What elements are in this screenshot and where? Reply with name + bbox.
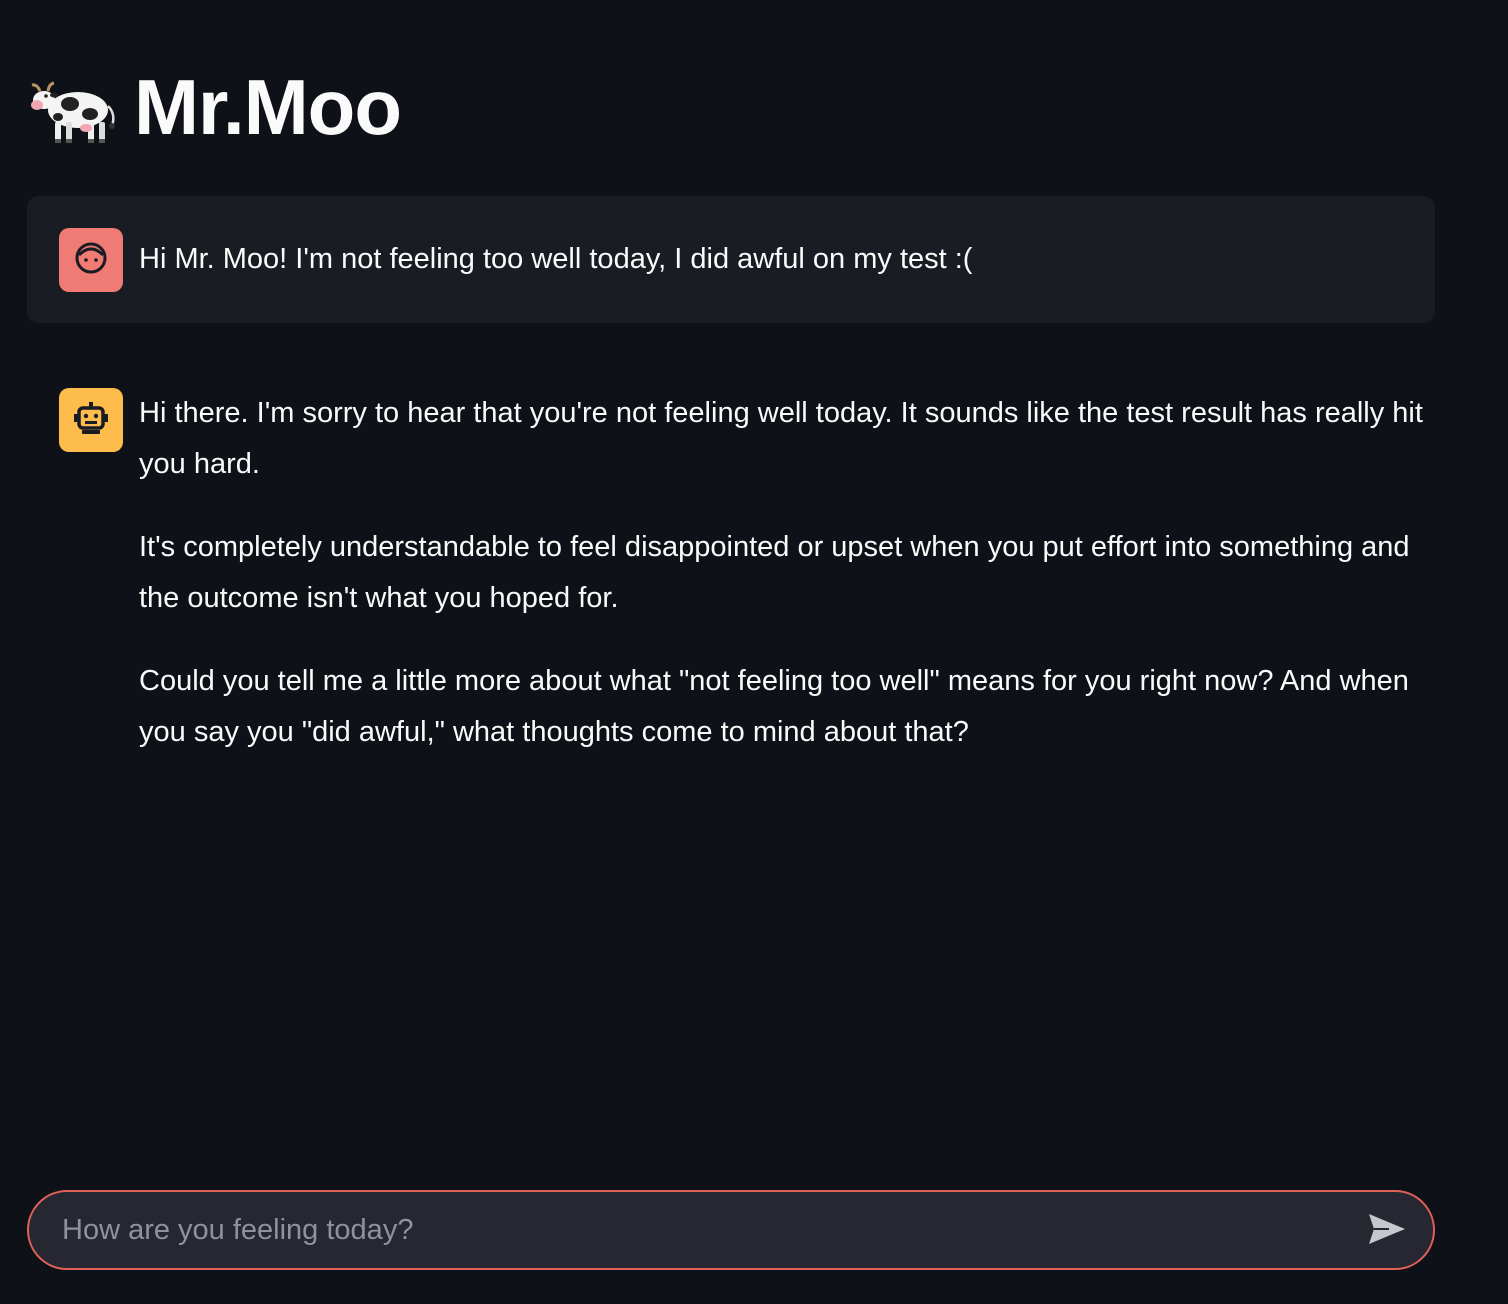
chat-input-container xyxy=(27,1190,1435,1270)
app-page: Mr.Moo Hi Mr. Moo! I'm not feeling too w… xyxy=(0,0,1508,1304)
assistant-message-paragraph: It's completely understandable to feel d… xyxy=(139,531,1410,614)
page-title: Mr.Moo xyxy=(134,63,402,151)
robot-icon xyxy=(72,399,110,442)
user-avatar xyxy=(59,228,123,292)
assistant-message-paragraph: Could you tell me a little more about wh… xyxy=(139,665,1409,748)
assistant-avatar xyxy=(59,388,123,452)
chat-input[interactable] xyxy=(29,1191,1357,1269)
page-header: Mr.Moo xyxy=(28,62,402,152)
user-face-icon xyxy=(73,240,109,281)
user-message: Hi Mr. Moo! I'm not feeling too well tod… xyxy=(27,196,1435,323)
assistant-message: Hi there. I'm sorry to hear that you're … xyxy=(139,388,1439,790)
send-button[interactable] xyxy=(1357,1200,1417,1260)
user-message-text: Hi Mr. Moo! I'm not feeling too well tod… xyxy=(139,243,973,275)
assistant-message-paragraph: Hi there. I'm sorry to hear that you're … xyxy=(139,397,1423,480)
cow-icon xyxy=(28,62,118,152)
send-icon xyxy=(1367,1212,1407,1249)
